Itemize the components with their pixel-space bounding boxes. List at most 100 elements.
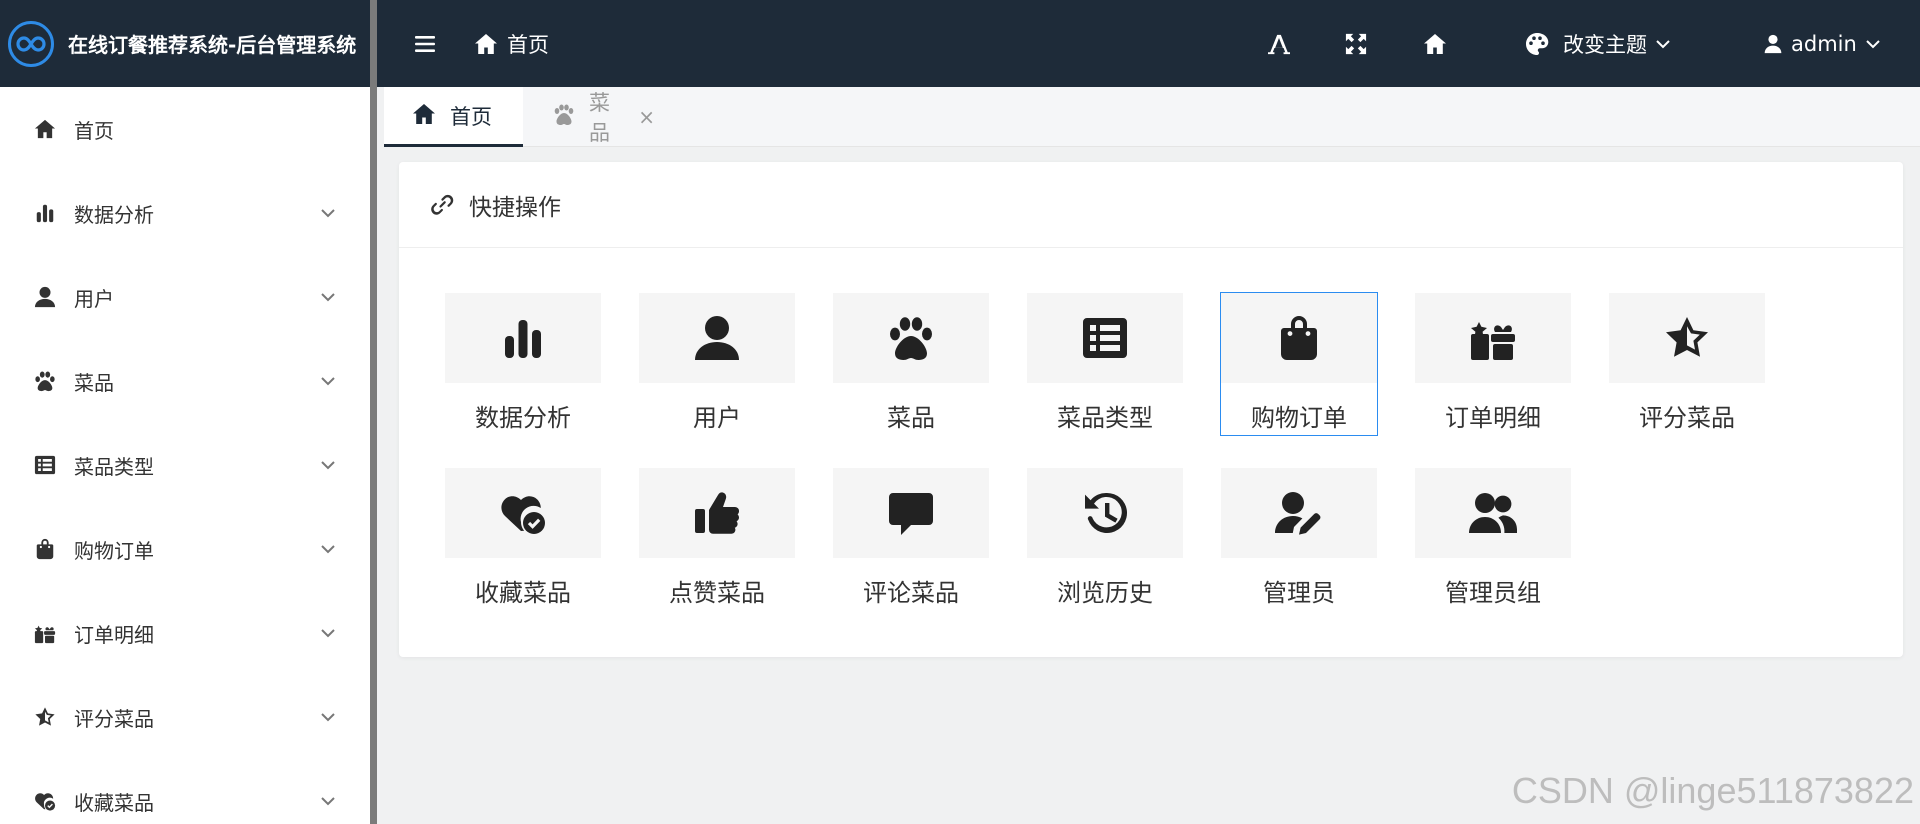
card-header: 快捷操作	[399, 162, 1903, 248]
font-size-button[interactable]	[1268, 0, 1290, 87]
quick-action-thumbs-up[interactable]: 点赞菜品	[639, 468, 795, 610]
quick-action-users[interactable]: 管理员组	[1415, 468, 1571, 610]
sidebar-item-paw[interactable]: 菜品	[0, 339, 370, 423]
quick-action-user[interactable]: 用户	[639, 293, 795, 435]
sidebar-item-bar-chart[interactable]: 数据分析	[0, 171, 370, 255]
brand[interactable]: 在线订餐推荐系统-后台管理系统	[0, 0, 370, 87]
chevron-down-icon	[320, 625, 336, 641]
quick-action-icon-box	[1027, 468, 1183, 558]
breadcrumb: 首页	[507, 32, 549, 57]
heart-check-icon	[33, 789, 57, 813]
quick-action-bar-chart[interactable]: 数据分析	[445, 293, 601, 435]
paw-icon	[551, 103, 575, 131]
fullscreen-button[interactable]	[1345, 0, 1367, 87]
quick-action-label: 菜品	[887, 404, 935, 432]
chevron-down-icon	[320, 289, 336, 305]
quick-action-label: 管理员组	[1445, 579, 1541, 607]
app-title: 在线订餐推荐系统-后台管理系统	[68, 33, 357, 57]
thumbs-up-icon	[695, 492, 740, 534]
quick-action-label: 用户	[693, 404, 741, 432]
infinity-logo-icon	[8, 20, 54, 67]
quick-action-star[interactable]: 评分菜品	[1609, 293, 1765, 435]
theme-dropdown[interactable]: 改变主题	[1525, 0, 1671, 87]
tab-label: 菜品	[589, 91, 610, 145]
expand-icon	[1345, 33, 1367, 54]
quick-action-user-edit[interactable]: 管理员	[1221, 468, 1377, 610]
star-icon	[33, 705, 57, 729]
gift-icon	[33, 621, 57, 645]
tab-home[interactable]: 首页	[384, 87, 523, 147]
chevron-down-icon	[320, 205, 336, 221]
quick-action-label: 浏览历史	[1057, 579, 1153, 607]
sidebar-item-label: 菜品类型	[74, 454, 154, 479]
home-icon	[34, 119, 56, 139]
heart-check-icon	[35, 793, 56, 811]
sidebar-menu: 首页数据分析 用户 菜品菜品类型购物订单订单明细评分菜品收藏菜品	[0, 87, 370, 824]
home-icon	[33, 117, 57, 141]
sidebar-item-heart-check[interactable]: 收藏菜品	[0, 759, 370, 824]
quick-action-icon-box	[445, 293, 601, 383]
quick-action-icon-box	[833, 293, 989, 383]
quick-action-gift[interactable]: 订单明细	[1415, 293, 1571, 435]
chevron-down-icon	[320, 373, 336, 389]
list-icon	[34, 455, 56, 475]
link-icon	[431, 194, 454, 215]
user-dropdown[interactable]: admin	[1763, 0, 1881, 87]
quick-action-history[interactable]: 浏览历史	[1027, 468, 1183, 610]
tab-dishes[interactable]: 菜品 ×	[523, 87, 683, 147]
sidebar-item-star[interactable]: 评分菜品	[0, 675, 370, 759]
menu-toggle-button[interactable]	[415, 0, 437, 87]
sidebar-item-label: 评分菜品	[74, 706, 154, 731]
quick-action-list[interactable]: 菜品类型	[1027, 293, 1183, 435]
star-icon	[1666, 317, 1708, 357]
sidebar-item-gift[interactable]: 订单明细	[0, 591, 370, 675]
shopping-bag-icon	[36, 538, 54, 560]
home-icon	[1424, 33, 1446, 54]
bar-chart-icon	[505, 320, 541, 358]
user-icon	[33, 285, 57, 309]
card-title: 快捷操作	[469, 194, 561, 221]
watermark: CSDN @linge511873822	[1511, 770, 1914, 811]
gift-icon	[34, 625, 56, 644]
list-icon	[33, 453, 57, 477]
quick-action-label: 订单明细	[1445, 404, 1541, 432]
quick-action-label: 购物订单	[1251, 404, 1347, 432]
quick-action-comment[interactable]: 评论菜品	[833, 468, 989, 610]
heart-check-icon	[501, 496, 545, 534]
quick-action-label: 管理员	[1263, 579, 1335, 607]
palette-icon	[1526, 32, 1549, 55]
quick-action-label: 菜品类型	[1057, 404, 1153, 432]
quick-action-icon-box	[639, 293, 795, 383]
quick-action-heart-check[interactable]: 收藏菜品	[445, 468, 601, 610]
paw-icon	[33, 369, 57, 393]
close-icon[interactable]: ×	[638, 105, 655, 129]
quick-action-label: 点赞菜品	[669, 579, 765, 607]
user-edit-icon	[1275, 492, 1321, 535]
user-icon	[34, 286, 56, 308]
sidebar-item-label: 订单明细	[74, 622, 154, 647]
quick-action-icon-box	[833, 468, 989, 558]
sidebar-item-label: 首页	[74, 118, 114, 143]
quick-action-icon-box	[1221, 293, 1377, 383]
user-label: admin	[1791, 31, 1857, 56]
quick-action-label: 数据分析	[475, 404, 571, 432]
quick-action-icon-box	[1415, 293, 1571, 383]
font-icon	[1268, 34, 1290, 54]
quick-action-icon-box	[445, 468, 601, 558]
sidebar-item-label: 购物订单	[74, 538, 154, 563]
breadcrumb-home[interactable]: 首页	[473, 0, 549, 87]
sidebar-item-shopping-bag[interactable]: 购物订单	[0, 507, 370, 591]
sidebar-item-list[interactable]: 菜品类型	[0, 423, 370, 507]
sidebar-item-home[interactable]: 首页	[0, 87, 370, 171]
paw-icon	[35, 371, 55, 392]
quick-action-shopping-bag[interactable]: 购物订单	[1220, 292, 1378, 436]
quick-action-paw[interactable]: 菜品	[833, 293, 989, 435]
topbar: 首页 改变主题 admin	[377, 0, 1920, 87]
user-icon	[1764, 34, 1782, 53]
chevron-down-icon	[320, 457, 336, 473]
bar-chart-icon	[33, 201, 57, 225]
home-button[interactable]	[1421, 0, 1449, 87]
hamburger-icon	[415, 35, 435, 52]
sidebar-item-user[interactable]: 用户	[0, 255, 370, 339]
quick-action-icon-box	[1609, 293, 1765, 383]
